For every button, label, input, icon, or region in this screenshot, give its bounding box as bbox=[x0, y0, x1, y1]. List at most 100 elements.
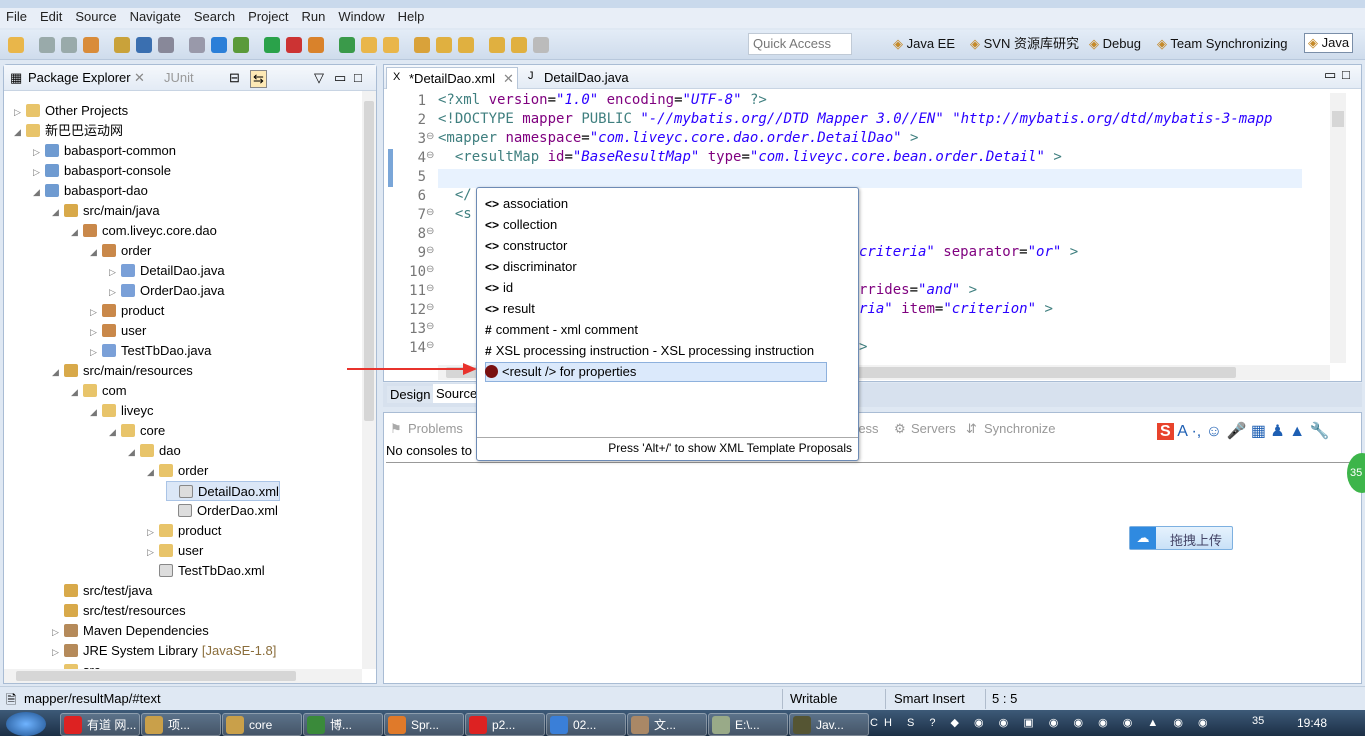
chevron-right-icon[interactable]: ▷ bbox=[109, 262, 121, 282]
taskbar-item[interactable]: E:\... bbox=[708, 713, 788, 736]
tree-item[interactable]: ▷ TestTbDao.java bbox=[90, 341, 211, 361]
toolbar-button-icon[interactable] bbox=[286, 37, 302, 53]
chevron-right-icon[interactable]: ▷ bbox=[147, 542, 159, 562]
link-editor-icon[interactable]: ⇆ bbox=[250, 70, 267, 88]
maximize-icon[interactable]: □ bbox=[1342, 67, 1350, 82]
toolbar-button-icon[interactable] bbox=[83, 37, 99, 53]
taskbar-item[interactable]: Jav... bbox=[789, 713, 869, 736]
maximize-icon[interactable]: □ bbox=[354, 70, 362, 85]
tree-item[interactable]: ▷ babasport-common bbox=[33, 141, 176, 161]
tree-item[interactable]: DetailDao.xml bbox=[166, 481, 280, 501]
tree-item[interactable]: ◢ 新巴巴运动网 bbox=[14, 121, 123, 141]
proposal-item[interactable]: <> collection bbox=[485, 215, 557, 235]
toolbar-button-icon[interactable] bbox=[39, 37, 55, 53]
tab-package-explorer[interactable]: Package Explorer bbox=[28, 70, 131, 85]
tree-item[interactable]: ▷ babasport-console bbox=[33, 161, 171, 181]
menu-project[interactable]: Project bbox=[248, 8, 295, 28]
chevron-right-icon[interactable]: ▷ bbox=[52, 642, 64, 662]
taskbar-item[interactable]: 项... bbox=[141, 713, 221, 736]
menu-window[interactable]: Window bbox=[338, 8, 391, 28]
fold-toggle-icon[interactable]: ⊖ bbox=[426, 245, 434, 256]
toolbar-button-icon[interactable] bbox=[264, 37, 280, 53]
explorer-vertical-scrollbar[interactable] bbox=[362, 91, 376, 669]
toolbar-button-icon[interactable] bbox=[436, 37, 452, 53]
close-icon[interactable]: ✕ bbox=[134, 70, 145, 86]
perspective-svn-资源库研究[interactable]: ◈ SVN 资源库研究 bbox=[970, 35, 1079, 53]
tree-item[interactable]: ▷ JRE System Library [JavaSE-1.8] bbox=[52, 641, 276, 661]
tree-item[interactable]: ◢ core bbox=[109, 421, 165, 441]
toolbar-button-icon[interactable] bbox=[61, 37, 77, 53]
tab-detaildao-xml[interactable]: X *DetailDao.xml ✕ bbox=[386, 67, 518, 89]
taskbar-item[interactable]: core bbox=[222, 713, 302, 736]
chevron-right-icon[interactable]: ▷ bbox=[109, 282, 121, 302]
toolbar-button-icon[interactable] bbox=[383, 37, 399, 53]
taskbar-item[interactable]: Spr... bbox=[384, 713, 464, 736]
menu-help[interactable]: Help bbox=[398, 8, 432, 28]
fold-toggle-icon[interactable]: ⊖ bbox=[426, 340, 434, 351]
toolbar-button-icon[interactable] bbox=[158, 37, 174, 53]
chevron-down-icon[interactable]: ◢ bbox=[52, 362, 64, 382]
tree-item[interactable]: src/test/java bbox=[52, 581, 152, 601]
tree-item[interactable]: ◢ com bbox=[71, 381, 127, 401]
menu-file[interactable]: File bbox=[6, 8, 34, 28]
taskbar-item[interactable]: 文... bbox=[627, 713, 707, 736]
toolbar-button-icon[interactable] bbox=[361, 37, 377, 53]
taskbar-item[interactable]: 有道 网... bbox=[60, 713, 140, 736]
drag-upload-button[interactable]: ☁ 拖拽上传 bbox=[1129, 526, 1233, 550]
toolbar-button-icon[interactable] bbox=[414, 37, 430, 53]
perspective-debug[interactable]: ◈ Debug bbox=[1089, 35, 1141, 53]
proposal-item[interactable]: <> constructor bbox=[485, 236, 567, 256]
toolbar-button-icon[interactable] bbox=[458, 37, 474, 53]
chevron-right-icon[interactable]: ▷ bbox=[52, 622, 64, 642]
quick-access-input[interactable]: Quick Access bbox=[748, 33, 852, 55]
proposal-item[interactable]: <> id bbox=[485, 278, 513, 298]
ime-toolbar[interactable]: S A ·, ☺ 🎤 ▦ ♟ ▲ 🔧 bbox=[1157, 421, 1357, 445]
fold-toggle-icon[interactable]: ⊖ bbox=[426, 264, 434, 275]
tree-item[interactable]: ◢ com.liveyc.core.dao bbox=[71, 221, 217, 241]
tab-source[interactable]: Source bbox=[433, 384, 481, 403]
taskbar-item[interactable]: 博... bbox=[303, 713, 383, 736]
fold-toggle-icon[interactable]: ⊖ bbox=[426, 321, 434, 332]
chevron-down-icon[interactable]: ◢ bbox=[109, 422, 121, 442]
tab-synchronize[interactable]: Synchronize bbox=[984, 421, 1056, 436]
perspective-team-synchronizing[interactable]: ◈ Team Synchronizing bbox=[1157, 35, 1287, 53]
chevron-down-icon[interactable]: ◢ bbox=[33, 182, 45, 202]
chevron-down-icon[interactable]: ◢ bbox=[90, 242, 102, 262]
tree-item[interactable]: ▷ user bbox=[90, 321, 146, 341]
tree-item[interactable]: ◢ order bbox=[147, 461, 208, 481]
taskbar-item[interactable]: p2... bbox=[465, 713, 545, 736]
chevron-down-icon[interactable]: ◢ bbox=[90, 402, 102, 422]
start-button[interactable] bbox=[6, 712, 46, 736]
taskbar-item[interactable]: 02... bbox=[546, 713, 626, 736]
close-icon[interactable]: ✕ bbox=[503, 71, 514, 87]
chevron-down-icon[interactable]: ◢ bbox=[128, 442, 140, 462]
view-menu-icon[interactable]: ▽ bbox=[314, 70, 324, 86]
tab-junit[interactable]: JUnit bbox=[164, 70, 194, 85]
toolbar-button-icon[interactable] bbox=[8, 37, 24, 53]
toolbar-button-icon[interactable] bbox=[114, 37, 130, 53]
tree-item[interactable]: TestTbDao.xml bbox=[147, 561, 265, 581]
tree-item[interactable]: OrderDao.xml bbox=[166, 501, 278, 521]
toolbar-button-icon[interactable] bbox=[136, 37, 152, 53]
chevron-down-icon[interactable]: ◢ bbox=[71, 382, 83, 402]
toolbar-button-icon[interactable] bbox=[489, 37, 505, 53]
tree-item[interactable]: ▷ user bbox=[147, 541, 203, 561]
minimize-icon[interactable]: ▭ bbox=[1324, 67, 1336, 83]
tree-item[interactable]: src/test/resources bbox=[52, 601, 186, 621]
proposal-item[interactable]: # XSL processing instruction - XSL proces… bbox=[485, 341, 814, 361]
chevron-right-icon[interactable]: ▷ bbox=[33, 142, 45, 162]
toolbar-button-icon[interactable] bbox=[211, 37, 227, 53]
tree-item[interactable]: ◢ dao bbox=[128, 441, 181, 461]
toolbar-button-icon[interactable] bbox=[511, 37, 527, 53]
chevron-right-icon[interactable]: ▷ bbox=[14, 102, 26, 122]
menu-run[interactable]: Run bbox=[302, 8, 333, 28]
tree-item[interactable]: ◢ src/main/java bbox=[52, 201, 160, 221]
explorer-horizontal-scrollbar[interactable] bbox=[4, 669, 362, 683]
chevron-down-icon[interactable]: ◢ bbox=[52, 202, 64, 222]
minimize-icon[interactable]: ▭ bbox=[334, 70, 346, 86]
toolbar-button-icon[interactable] bbox=[233, 37, 249, 53]
fold-toggle-icon[interactable]: ⊖ bbox=[426, 207, 434, 218]
editor-vertical-scrollbar[interactable] bbox=[1330, 93, 1346, 363]
toolbar-button-icon[interactable] bbox=[339, 37, 355, 53]
tree-item[interactable]: ▷ Other Projects bbox=[14, 101, 128, 121]
